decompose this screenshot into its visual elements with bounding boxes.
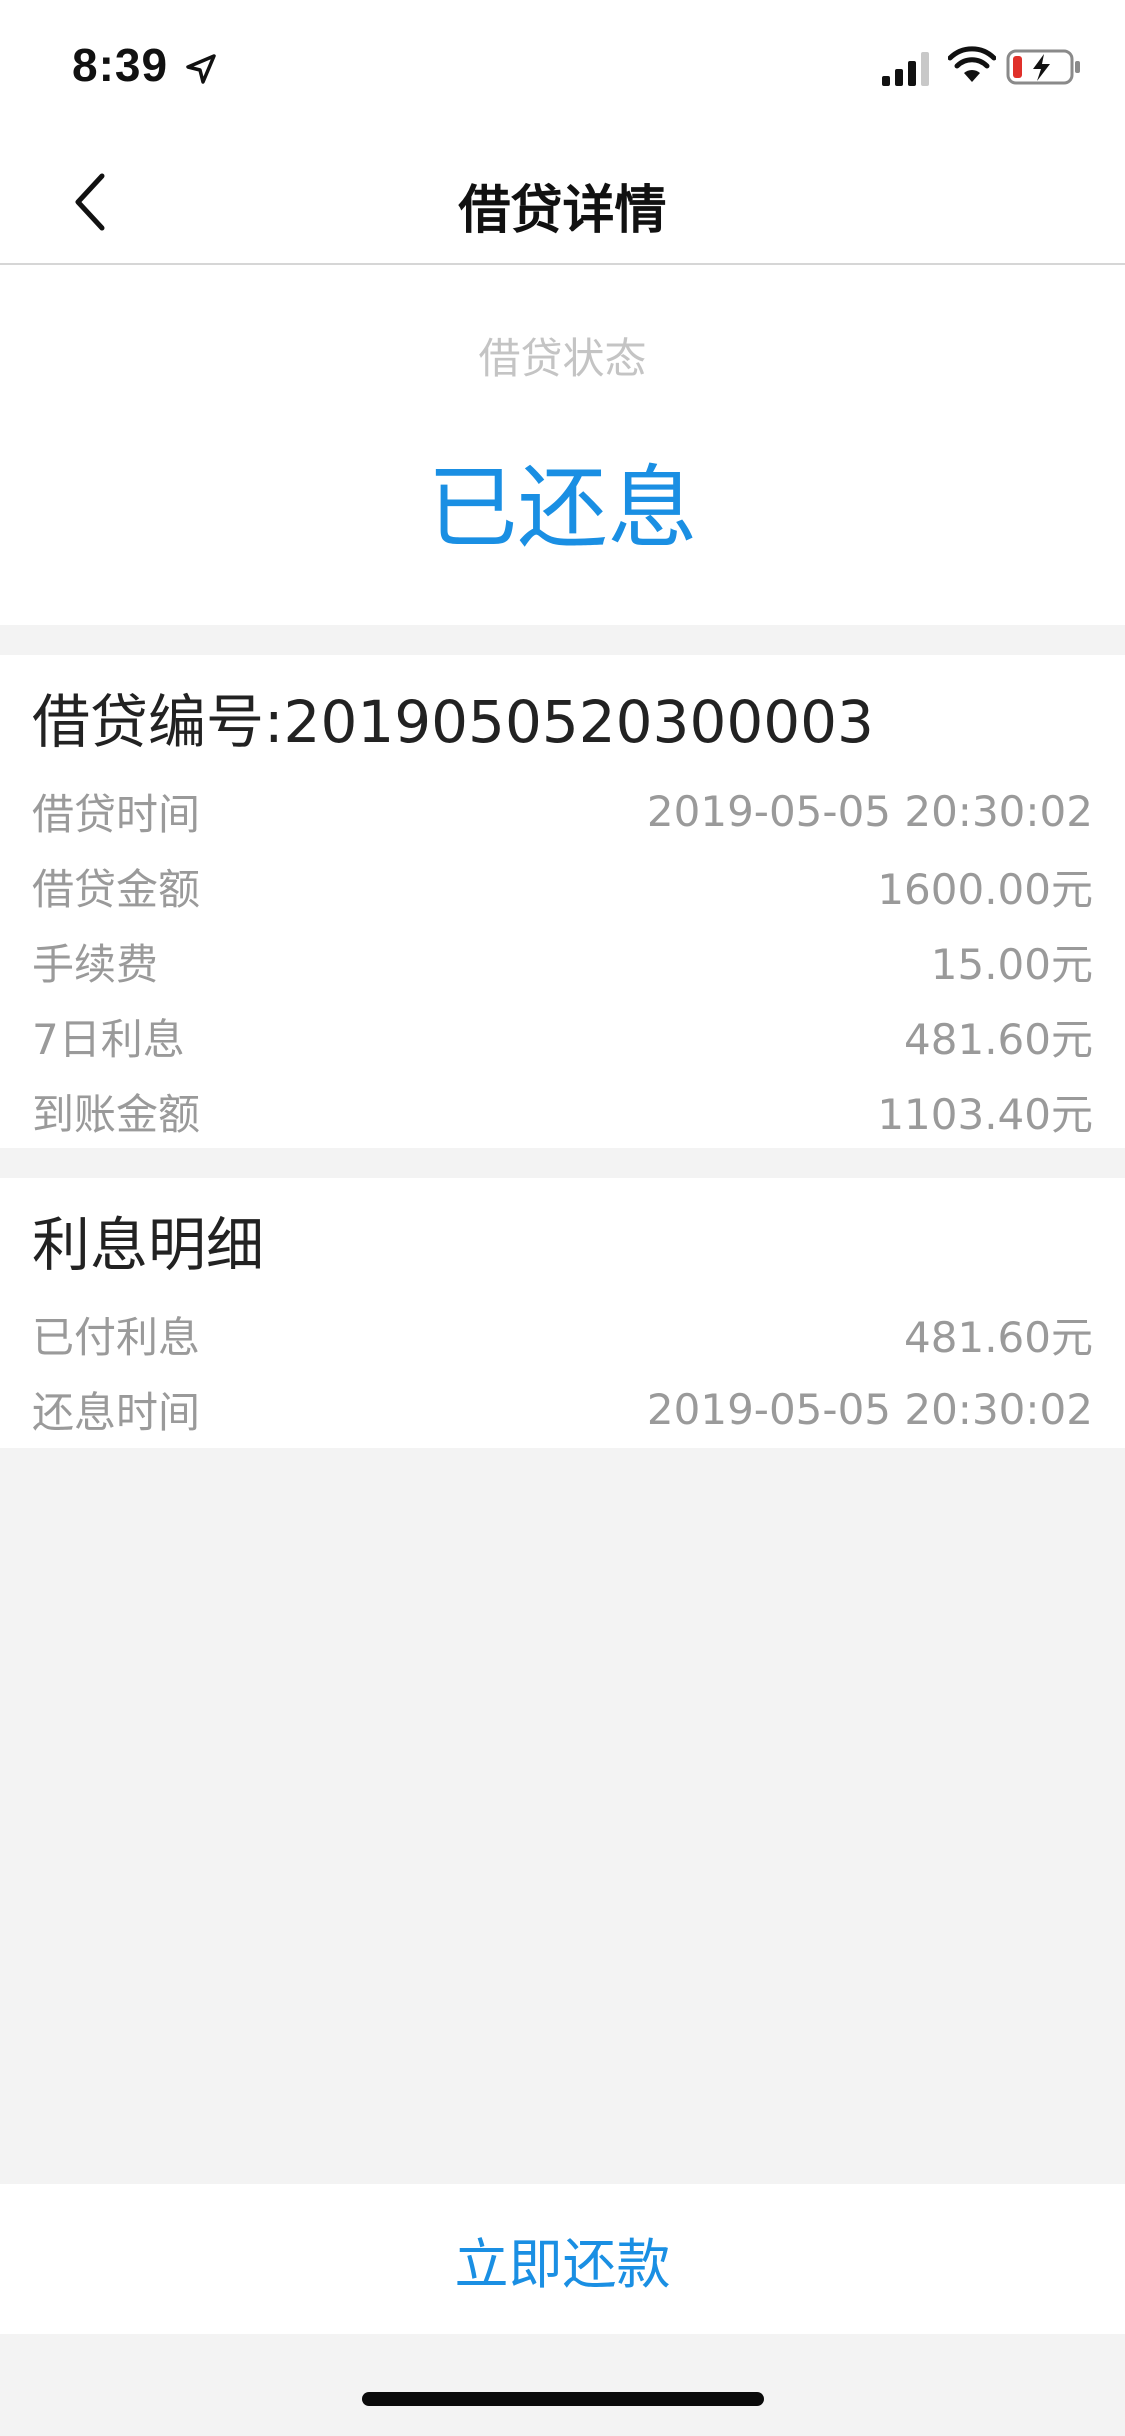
- loan-row-time: 借贷时间 2019-05-05 20:30:02: [32, 779, 1093, 843]
- row-label: 还息时间: [32, 1387, 201, 1437]
- loan-number-title: 借贷编号:2019050520300003: [32, 688, 874, 756]
- row-label: 到账金额: [32, 1089, 201, 1139]
- status-value: 已还息: [427, 456, 698, 561]
- screen: 8:39 借贷详情 借贷状态 已还息 借贷编号:2019050520300003…: [0, 0, 1125, 2436]
- row-value: 2019-05-05 20:30:02: [646, 1384, 1093, 1434]
- interest-detail-card: 利息明细 已付利息 481.60元 还息时间 2019-05-05 20:30:…: [0, 1178, 1125, 1448]
- wifi-icon: [948, 46, 996, 82]
- row-value: 15.00元: [930, 939, 1093, 989]
- status-label: 借贷状态: [478, 334, 647, 383]
- row-value: 2019-05-05 20:30:02: [646, 786, 1093, 836]
- row-label: 借贷时间: [32, 789, 201, 839]
- row-label: 已付利息: [32, 1312, 201, 1362]
- home-indicator[interactable]: [362, 2392, 764, 2406]
- loan-row-received: 到账金额 1103.40元: [32, 1079, 1093, 1143]
- loan-row-interest: 7日利息 481.60元: [32, 1004, 1093, 1068]
- page-title: 借贷详情: [458, 181, 667, 241]
- loan-detail-card: 借贷编号:2019050520300003 借贷时间 2019-05-05 20…: [0, 655, 1125, 1148]
- status-bar: 8:39: [0, 0, 1125, 132]
- loan-row-fee: 手续费 15.00元: [32, 929, 1093, 993]
- row-value: 481.60元: [904, 1014, 1093, 1064]
- battery-charging-icon: [1006, 49, 1080, 85]
- bottom-action-bar: 立即还款: [0, 2184, 1125, 2334]
- interest-title: 利息明细: [32, 1211, 265, 1279]
- cellular-signal-icon: [882, 52, 929, 86]
- loan-row-amount: 借贷金额 1600.00元: [32, 854, 1093, 918]
- row-label: 借贷金额: [32, 864, 201, 914]
- row-label: 7日利息: [32, 1014, 185, 1064]
- loan-status-section: 借贷状态 已还息: [0, 265, 1125, 625]
- interest-row-time: 还息时间 2019-05-05 20:30:02: [32, 1377, 1093, 1441]
- row-value: 1103.40元: [877, 1089, 1093, 1139]
- status-time: 8:39: [72, 39, 169, 91]
- repay-now-button[interactable]: 立即还款: [395, 2200, 731, 2319]
- row-label: 手续费: [32, 939, 159, 989]
- interest-row-paid: 已付利息 481.60元: [32, 1302, 1093, 1366]
- location-arrow-icon: [186, 54, 216, 84]
- row-value: 1600.00元: [877, 864, 1093, 914]
- nav-bar: 借贷详情: [0, 132, 1125, 265]
- row-value: 481.60元: [904, 1312, 1093, 1362]
